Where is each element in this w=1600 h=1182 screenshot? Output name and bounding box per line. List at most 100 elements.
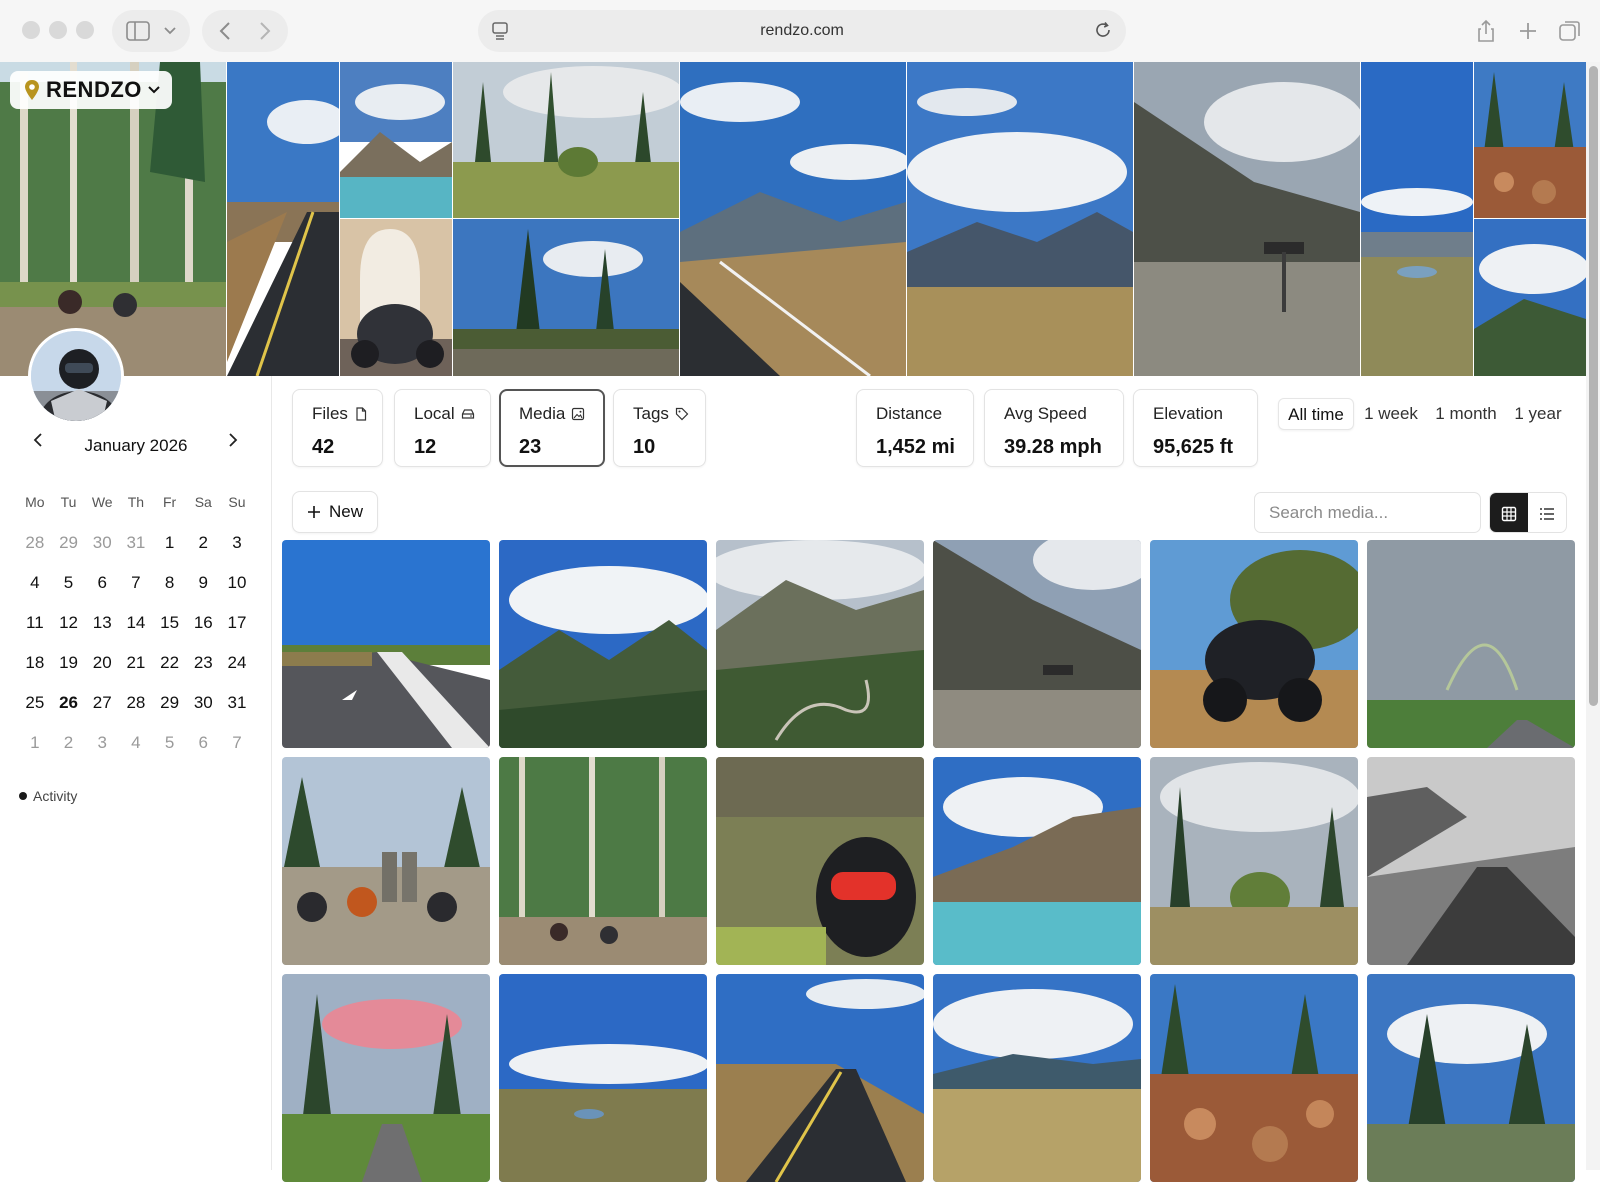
calendar-day[interactable]: 25 (18, 694, 52, 712)
calendar-day[interactable]: 18 (18, 654, 52, 672)
media-thumbnail[interactable] (282, 540, 490, 748)
search-media-input[interactable] (1254, 492, 1481, 533)
stat-card-avg-speed[interactable]: Avg Speed 39.28 mph (984, 389, 1124, 467)
calendar-day[interactable]: 24 (220, 654, 254, 672)
calendar-day[interactable]: 28 (18, 534, 52, 552)
calendar-day[interactable]: 21 (119, 654, 153, 672)
cover-photo[interactable] (680, 62, 906, 376)
calendar-day[interactable]: 9 (186, 574, 220, 592)
media-thumbnail[interactable] (282, 974, 490, 1182)
cover-photo[interactable] (1474, 219, 1586, 376)
back-icon[interactable] (219, 22, 231, 40)
cover-photo[interactable] (340, 62, 452, 218)
cover-photo[interactable] (1474, 62, 1586, 218)
sidebar-toggle-button[interactable] (112, 10, 190, 52)
calendar-day[interactable]: 31 (220, 694, 254, 712)
stat-card-media[interactable]: Media 23 (499, 389, 605, 467)
calendar-day[interactable]: 7 (119, 574, 153, 592)
media-thumbnail[interactable] (716, 974, 924, 1182)
calendar-day[interactable]: 16 (186, 614, 220, 632)
calendar-day[interactable]: 4 (18, 574, 52, 592)
range-1-week[interactable]: 1 week (1360, 398, 1422, 430)
stat-card-elevation[interactable]: Elevation 95,625 ft (1133, 389, 1258, 467)
stat-card-distance[interactable]: Distance 1,452 mi (856, 389, 974, 467)
calendar-day[interactable]: 7 (220, 734, 254, 752)
media-thumbnail[interactable] (1150, 540, 1358, 748)
calendar-day[interactable]: 1 (153, 534, 187, 552)
calendar-day[interactable]: 29 (52, 534, 86, 552)
stat-card-tags[interactable]: Tags 10 (613, 389, 706, 467)
reload-icon[interactable] (1094, 21, 1112, 39)
calendar-day[interactable]: 15 (153, 614, 187, 632)
calendar-day[interactable]: 19 (52, 654, 86, 672)
calendar-day[interactable]: 10 (220, 574, 254, 592)
calendar-day[interactable]: 5 (52, 574, 86, 592)
cover-photo[interactable] (453, 62, 679, 218)
range-1-month[interactable]: 1 month (1428, 398, 1504, 430)
media-thumbnail[interactable] (1367, 974, 1575, 1182)
window-close-button[interactable] (22, 21, 40, 39)
window-minimize-button[interactable] (49, 21, 67, 39)
grid-view-button[interactable] (1490, 493, 1528, 532)
cover-photo[interactable] (453, 219, 679, 376)
calendar-day[interactable]: 1 (18, 734, 52, 752)
cover-photo[interactable] (1361, 62, 1473, 376)
calendar-day[interactable]: 22 (153, 654, 187, 672)
calendar-day[interactable]: 30 (85, 534, 119, 552)
media-thumbnail[interactable] (499, 540, 707, 748)
media-thumbnail[interactable] (1150, 974, 1358, 1182)
cover-photo[interactable] (227, 62, 339, 376)
media-thumbnail[interactable] (1367, 757, 1575, 965)
list-view-button[interactable] (1528, 493, 1566, 532)
page-scrollbar-thumb[interactable] (1589, 66, 1598, 706)
range-all-time[interactable]: All time (1278, 398, 1354, 430)
media-thumbnail[interactable] (499, 757, 707, 965)
share-icon[interactable] (1474, 19, 1498, 43)
calendar-day[interactable]: 4 (119, 734, 153, 752)
media-thumbnail[interactable] (282, 757, 490, 965)
calendar-day[interactable]: 5 (153, 734, 187, 752)
media-thumbnail[interactable] (1367, 540, 1575, 748)
site-settings-icon[interactable] (492, 21, 508, 41)
cover-photo[interactable] (907, 62, 1133, 376)
calendar-day[interactable]: 6 (85, 574, 119, 592)
calendar-day[interactable]: 27 (85, 694, 119, 712)
new-tab-icon[interactable] (1516, 19, 1540, 43)
stat-card-files[interactable]: Files 42 (292, 389, 383, 467)
cover-photo[interactable] (1134, 62, 1360, 376)
calendar-day[interactable]: 8 (153, 574, 187, 592)
calendar-prev-button[interactable] (26, 428, 50, 452)
calendar-day[interactable]: 11 (18, 614, 52, 632)
calendar-day[interactable]: 2 (186, 534, 220, 552)
calendar-day[interactable]: 31 (119, 534, 153, 552)
media-thumbnail[interactable] (933, 540, 1141, 748)
brand-logo[interactable]: RENDZO (10, 71, 172, 109)
range-1-year[interactable]: 1 year (1510, 398, 1566, 430)
calendar-day[interactable]: 12 (52, 614, 86, 632)
calendar-day[interactable]: 23 (186, 654, 220, 672)
window-zoom-button[interactable] (76, 21, 94, 39)
calendar-day-today[interactable]: 26 (52, 694, 86, 712)
calendar-day[interactable]: 3 (220, 534, 254, 552)
cover-photo[interactable] (340, 219, 452, 376)
calendar-day[interactable]: 17 (220, 614, 254, 632)
calendar-day[interactable]: 20 (85, 654, 119, 672)
cover-photo[interactable] (0, 62, 226, 376)
calendar-day[interactable]: 28 (119, 694, 153, 712)
calendar-day[interactable]: 13 (85, 614, 119, 632)
media-thumbnail[interactable] (933, 757, 1141, 965)
forward-icon[interactable] (259, 22, 271, 40)
calendar-day[interactable]: 14 (119, 614, 153, 632)
calendar-day[interactable]: 29 (153, 694, 187, 712)
tab-overview-icon[interactable] (1558, 19, 1582, 43)
address-bar[interactable]: rendzo.com (478, 10, 1126, 52)
calendar-next-button[interactable] (221, 428, 245, 452)
media-thumbnail[interactable] (716, 757, 924, 965)
media-thumbnail[interactable] (716, 540, 924, 748)
calendar-day[interactable]: 3 (85, 734, 119, 752)
calendar-day[interactable]: 6 (186, 734, 220, 752)
calendar-day[interactable]: 30 (186, 694, 220, 712)
new-media-button[interactable]: New (292, 491, 378, 533)
calendar-day[interactable]: 2 (52, 734, 86, 752)
media-thumbnail[interactable] (499, 974, 707, 1182)
